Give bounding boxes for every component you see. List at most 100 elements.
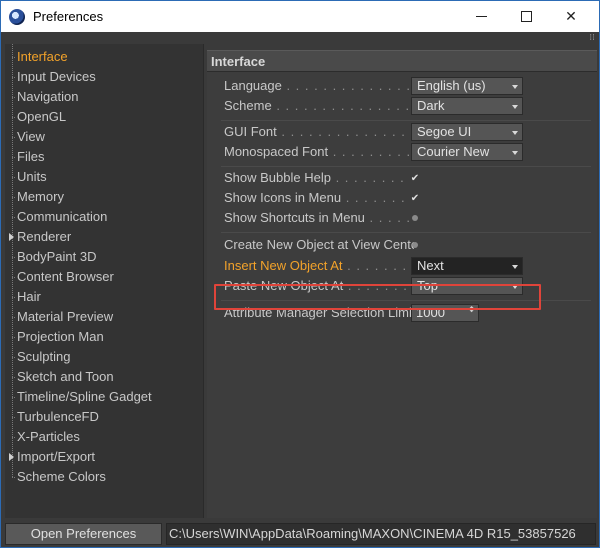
preferences-body: ⁞⁞ Interface Input Devices Navigation Op…: [0, 32, 600, 548]
sidebar-item-label: Scheme Colors: [17, 469, 106, 484]
open-preferences-folder-button[interactable]: Open Preferences Folder...: [5, 523, 162, 548]
bubble-help-row: Show Bubble Help . . . . . . . . . . . .…: [224, 170, 421, 185]
sidebar-item-navigation[interactable]: Navigation: [5, 87, 204, 107]
gui-font-row: GUI Font . . . . . . . . . . . . . . . .…: [207, 122, 597, 142]
sidebar-item-sculpting[interactable]: Sculpting: [5, 347, 204, 367]
create-at-view-center-label: Create New Object at View Center: [224, 237, 414, 252]
sidebar-item-label: Sketch and Toon: [17, 369, 114, 384]
resize-grip-icon[interactable]: ⁞⁞: [589, 33, 595, 43]
unchecked-dot-icon: [412, 242, 418, 248]
scheme-row: Scheme . . . . . . . . . . . . . . . . .…: [207, 96, 597, 116]
sidebar-item-label: Input Devices: [17, 69, 96, 84]
monospaced-font-label: Monospaced Font: [224, 144, 329, 159]
sidebar-item-import-export[interactable]: Import/Export: [5, 447, 204, 467]
sidebar-item-x-particles[interactable]: X-Particles: [5, 427, 204, 447]
checkmark-icon: ✔: [410, 192, 420, 204]
sidebar-item-material-preview[interactable]: Material Preview: [5, 307, 204, 327]
sidebar-item-units[interactable]: Units: [5, 167, 204, 187]
sidebar-item-files[interactable]: Files: [5, 147, 204, 167]
title-bar: Preferences ✕: [0, 0, 600, 32]
sidebar-item-opengl[interactable]: OpenGL: [5, 107, 204, 127]
create-at-view-center-row: Create New Object at View Center: [207, 235, 597, 255]
sidebar-item-interface[interactable]: Interface: [5, 47, 204, 67]
sidebar-item-label: Navigation: [17, 89, 79, 104]
minimize-icon: [475, 16, 487, 17]
sidebar-item-label: Units: [17, 169, 47, 184]
monospaced-font-dropdown[interactable]: Courier New: [411, 143, 523, 161]
highlight-annotation-box: [214, 284, 541, 310]
icons-in-menu-row: Show Icons in Menu . . . . . . . . . . .…: [224, 190, 421, 205]
expand-arrow-icon[interactable]: [9, 233, 14, 241]
sidebar-item-label: TurbulenceFD: [17, 409, 99, 424]
sidebar-item-label: Timeline/Spline Gadget: [17, 389, 152, 404]
language-value: English (us): [417, 78, 486, 93]
scheme-label: Scheme: [224, 98, 272, 113]
sidebar-item-scheme-colors[interactable]: Scheme Colors: [5, 467, 204, 487]
language-dropdown[interactable]: English (us): [411, 77, 523, 95]
checkmark-icon: ✔: [410, 172, 420, 184]
icons-in-menu-checkbox[interactable]: ✔: [409, 192, 421, 204]
language-row: Language . . . . . . . . . . . . . . . .…: [207, 76, 597, 96]
bubble-help-label: Show Bubble Help: [224, 170, 331, 185]
sidebar-item-content-browser[interactable]: Content Browser: [5, 267, 204, 287]
sidebar-item-communication[interactable]: Communication: [5, 207, 204, 227]
sidebar-item-label: Projection Man: [17, 329, 104, 344]
separator: [221, 166, 591, 167]
sidebar-item-turbulencefd[interactable]: TurbulenceFD: [5, 407, 204, 427]
sidebar-item-projection-man[interactable]: Projection Man: [5, 327, 204, 347]
chevron-down-icon: [512, 105, 518, 109]
sidebar-item-bodypaint-3d[interactable]: BodyPaint 3D: [5, 247, 204, 267]
close-button[interactable]: ✕: [549, 1, 593, 32]
create-at-view-center-checkbox[interactable]: [409, 239, 421, 251]
sidebar-item-label: Content Browser: [17, 269, 114, 284]
sidebar-item-renderer[interactable]: Renderer: [5, 227, 204, 247]
insert-new-object-label: Insert New Object At: [224, 258, 343, 273]
insert-new-object-value: Next: [417, 258, 444, 273]
sidebar-item-label: Material Preview: [17, 309, 114, 324]
sidebar-item-label: View: [17, 129, 45, 144]
insert-new-object-dropdown[interactable]: Next: [411, 257, 523, 275]
separator: [221, 120, 591, 121]
close-icon: ✕: [565, 8, 577, 25]
monospaced-font-value: Courier New: [417, 144, 490, 159]
sidebar-item-label: Renderer: [17, 229, 72, 244]
maximize-icon: [520, 11, 532, 22]
shortcuts-in-menu-label: Show Shortcuts in Menu: [224, 210, 365, 225]
monospaced-font-row: Monospaced Font . . . . . . . . . . . . …: [207, 142, 597, 162]
preferences-path-field: C:\Users\WIN\AppData\Roaming\MAXON\CINEM…: [166, 523, 596, 545]
sidebar-item-view[interactable]: View: [5, 127, 204, 147]
minimize-button[interactable]: [459, 1, 503, 32]
sidebar-item-hair[interactable]: Hair: [5, 287, 204, 307]
sidebar-item-label: BodyPaint 3D: [17, 249, 97, 264]
sidebar-item-label: Sculpting: [17, 349, 71, 364]
sidebar-item-sketch-and-toon[interactable]: Sketch and Toon: [5, 367, 204, 387]
sidebar-item-label: Memory: [17, 189, 64, 204]
chevron-down-icon: [512, 85, 518, 89]
window-title: Preferences: [33, 9, 104, 24]
gui-font-value: Segoe UI: [417, 124, 472, 139]
shortcuts-in-menu-checkbox[interactable]: [409, 212, 421, 224]
sidebar-item-label: OpenGL: [17, 109, 67, 124]
scheme-dropdown[interactable]: Dark: [411, 97, 523, 115]
bubble-help-checkbox[interactable]: ✔: [409, 172, 421, 184]
language-label: Language: [224, 78, 282, 93]
sidebar-item-label: Hair: [17, 289, 41, 304]
sidebar-item-label: Files: [17, 149, 45, 164]
sidebar-item-label: X-Particles: [17, 429, 80, 444]
icons-in-menu-label: Show Icons in Menu: [224, 190, 342, 205]
chevron-down-icon: [512, 151, 518, 155]
sidebar-item-timeline-spline-gadget[interactable]: Timeline/Spline Gadget: [5, 387, 204, 407]
unchecked-dot-icon: [412, 215, 418, 221]
expand-arrow-icon[interactable]: [9, 453, 14, 461]
scheme-value: Dark: [417, 98, 445, 113]
maximize-button[interactable]: [504, 1, 548, 32]
gui-font-dropdown[interactable]: Segoe UI: [411, 123, 523, 141]
sidebar-item-label: Import/Export: [17, 449, 96, 464]
sidebar-item-input-devices[interactable]: Input Devices: [5, 67, 204, 87]
sidebar-item-label: Communication: [17, 209, 108, 224]
sidebar-item-memory[interactable]: Memory: [5, 187, 204, 207]
cinema4d-app-icon: [9, 9, 25, 25]
insert-new-object-row: Insert New Object At . . . . . . . . . .…: [207, 256, 597, 276]
preferences-tree: Interface Input Devices Navigation OpenG…: [5, 44, 204, 518]
chevron-down-icon: [512, 265, 518, 269]
